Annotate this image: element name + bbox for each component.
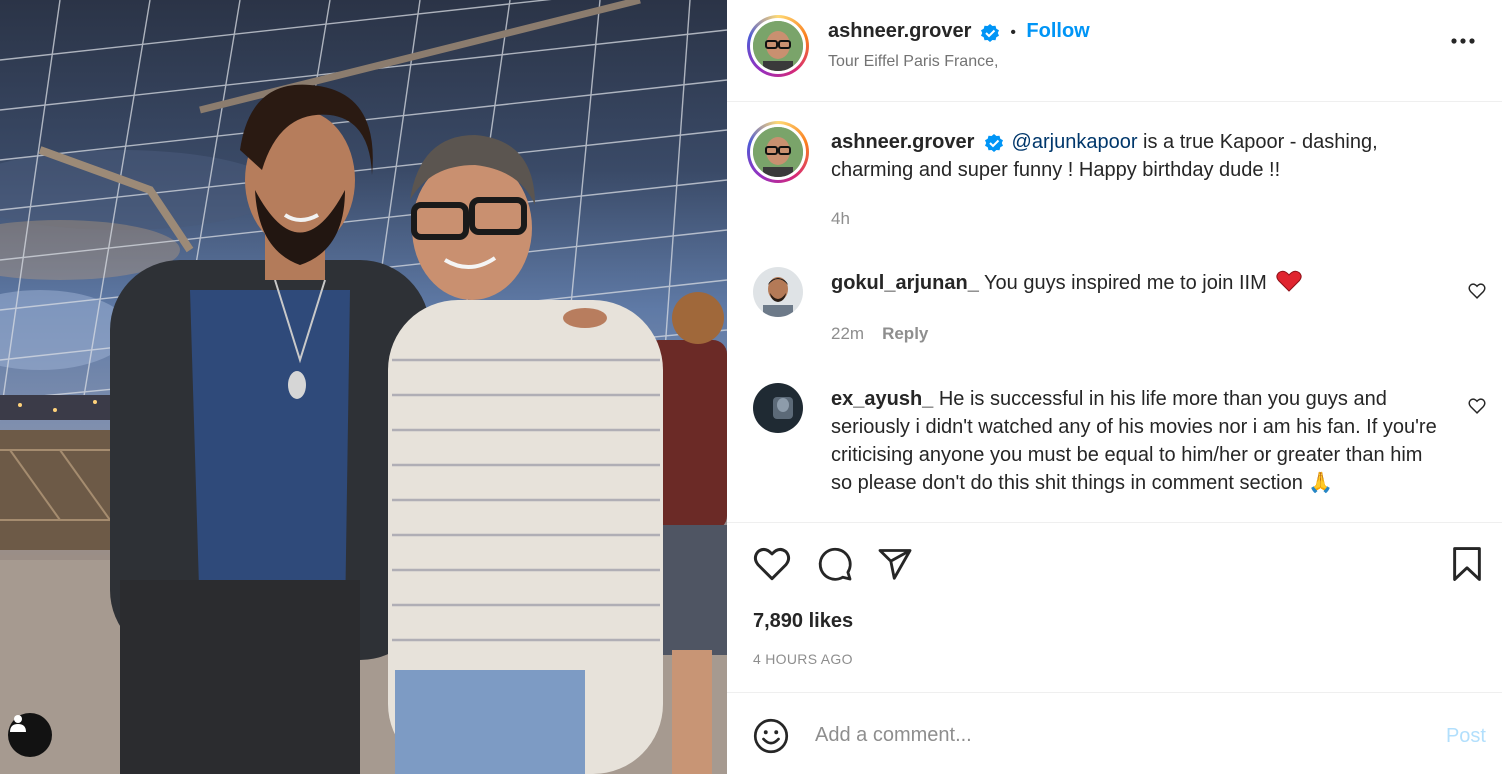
user-tag-icon [10, 715, 26, 732]
comment-composer: Post [727, 692, 1502, 774]
verified-badge-icon [980, 23, 999, 42]
comment-body: ex_ayush_ He is successful in his life m… [831, 385, 1441, 497]
caption-username[interactable]: ashneer.grover [831, 131, 974, 153]
post-photo[interactable] [0, 0, 727, 774]
comment-like-icon[interactable] [1468, 398, 1486, 414]
comment-like-icon[interactable] [1468, 283, 1486, 299]
commenter-avatar-image [753, 383, 803, 433]
like-icon[interactable] [753, 547, 791, 581]
save-icon[interactable] [1451, 547, 1483, 581]
caption-author-avatar[interactable] [747, 121, 809, 183]
comment-text: You guys inspired me to join IIM [984, 272, 1267, 294]
post-comment-button[interactable]: Post [1446, 725, 1486, 748]
comments-list[interactable]: ashneer.grover @arjunkapoor is a true Ka… [727, 103, 1502, 522]
photo-illustration [0, 0, 727, 774]
commenter-username[interactable]: ex_ayush_ [831, 388, 933, 410]
commenter-avatar[interactable] [753, 383, 803, 433]
reply-button[interactable]: Reply [882, 324, 928, 343]
author-avatar-image [753, 21, 803, 71]
caption-timestamp[interactable]: 4h [831, 209, 850, 229]
comment-body: gokul_arjunan_ You guys inspired me to j… [831, 269, 1431, 297]
caption-avatar-image [753, 127, 803, 177]
likes-count[interactable]: 7,890 likes [753, 610, 853, 633]
comment-input[interactable] [815, 719, 1395, 751]
emoji-icon[interactable] [753, 718, 789, 754]
caption-mention-link[interactable]: @arjunkapoor [1012, 131, 1138, 153]
post-timestamp[interactable]: 4 HOURS AGO [753, 651, 853, 667]
user-tag-button[interactable] [8, 713, 52, 757]
post-header: ashneer.grover • Follow Tour Eiffel Pari… [727, 0, 1502, 102]
share-icon[interactable] [877, 546, 913, 582]
commenter-avatar[interactable] [753, 267, 803, 317]
post-caption: ashneer.grover @arjunkapoor is a true Ka… [831, 128, 1441, 184]
author-avatar[interactable] [747, 15, 809, 77]
more-options-icon[interactable] [1450, 36, 1476, 46]
post-sidebar: ashneer.grover • Follow Tour Eiffel Pari… [727, 0, 1502, 774]
header-separator: • [1010, 23, 1016, 41]
verified-badge-icon [984, 133, 1003, 152]
post-location[interactable]: Tour Eiffel Paris France, [828, 53, 998, 71]
red-heart-emoji-icon [1276, 270, 1302, 292]
comment-icon[interactable] [817, 546, 853, 582]
commenter-username[interactable]: gokul_arjunan_ [831, 272, 979, 294]
comment-meta: 22m Reply [831, 324, 928, 344]
follow-button[interactable]: Follow [1026, 20, 1089, 42]
commenter-avatar-image [753, 267, 803, 317]
author-username[interactable]: ashneer.grover [828, 20, 971, 42]
comment-timestamp[interactable]: 22m [831, 324, 864, 343]
